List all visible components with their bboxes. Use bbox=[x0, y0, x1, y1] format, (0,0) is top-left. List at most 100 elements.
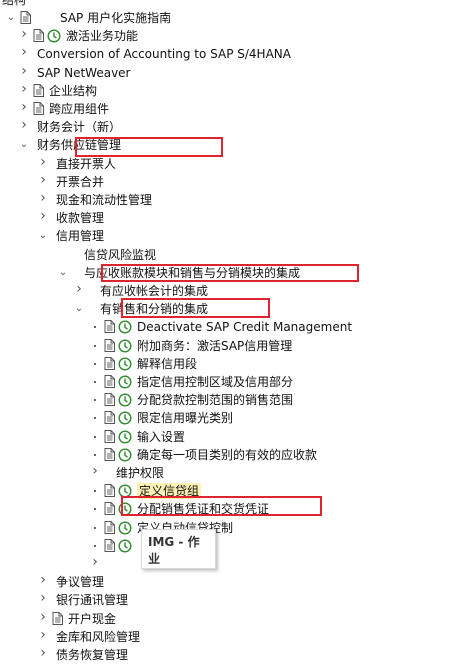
tree-node[interactable]: ⌄ 财务供应链管理 bbox=[0, 136, 456, 154]
document-icon[interactable] bbox=[104, 338, 115, 352]
chevron-down-icon[interactable]: ⌄ bbox=[19, 139, 29, 151]
document-icon[interactable] bbox=[104, 520, 115, 534]
chevron-down-icon[interactable]: ⌄ bbox=[6, 12, 16, 24]
chevron-right-icon[interactable]: › bbox=[19, 118, 29, 132]
execute-activity-icon[interactable] bbox=[47, 29, 61, 43]
document-icon[interactable] bbox=[104, 538, 115, 552]
tree-node-label[interactable]: 激活业务功能 bbox=[66, 28, 138, 44]
chevron-right-icon[interactable]: › bbox=[19, 27, 29, 41]
document-icon[interactable] bbox=[33, 29, 44, 43]
tree-node[interactable]: › 激活业务功能 bbox=[0, 27, 456, 45]
tree-node[interactable]: › 债务恢复管理 bbox=[0, 646, 456, 664]
execute-activity-icon[interactable] bbox=[118, 411, 132, 425]
chevron-right-icon[interactable]: › bbox=[38, 591, 48, 605]
tree-node-label[interactable]: 债务恢复管理 bbox=[56, 647, 128, 663]
tree-node[interactable]: 输入设置 bbox=[0, 428, 456, 446]
tree-node[interactable]: › Conversion of Accounting to SAP S/4HANA bbox=[0, 45, 456, 63]
chevron-right-icon[interactable]: › bbox=[19, 64, 29, 78]
tree-node[interactable]: › 跨应用组件 bbox=[0, 100, 456, 118]
tree-node[interactable]: › 开户现金 bbox=[0, 610, 456, 628]
tree-node-label[interactable]: 直接开票人 bbox=[56, 156, 116, 172]
tree-node-label[interactable]: 解释信用段 bbox=[137, 356, 197, 372]
document-icon[interactable] bbox=[104, 429, 115, 443]
chevron-down-icon[interactable]: ⌄ bbox=[74, 303, 84, 315]
tree-node-label[interactable]: 维护权限 bbox=[116, 465, 164, 481]
tree-node[interactable]: ⌄ 信用管理 bbox=[0, 227, 456, 245]
tree-node-label[interactable]: 分配贷款控制范围的销售范围 bbox=[137, 392, 293, 408]
document-icon[interactable] bbox=[104, 411, 115, 425]
tree-node[interactable]: 分配贷款控制范围的销售范围 bbox=[0, 391, 456, 409]
execute-activity-icon[interactable] bbox=[118, 339, 132, 353]
chevron-right-icon[interactable]: › bbox=[38, 209, 48, 223]
tree-node-label[interactable]: 输入设置 bbox=[137, 429, 185, 445]
tree-node[interactable]: › SAP NetWeaver bbox=[0, 64, 456, 82]
execute-activity-icon[interactable] bbox=[118, 430, 132, 444]
document-icon[interactable] bbox=[104, 393, 115, 407]
tree-node-label[interactable]: 限定信用曝光类别 bbox=[137, 410, 233, 426]
tree-node[interactable]: › 金库和风险管理 bbox=[0, 628, 456, 646]
tree-node-label[interactable]: 确定每一项目类别的有效的应收款 bbox=[137, 447, 317, 463]
document-icon[interactable] bbox=[33, 102, 44, 115]
document-icon[interactable] bbox=[33, 83, 44, 97]
document-icon[interactable] bbox=[104, 447, 115, 461]
tree-node[interactable]: ⌄ SAP 用户化实施指南 bbox=[0, 9, 456, 27]
tree-node[interactable]: › bbox=[0, 555, 456, 573]
tree-node[interactable]: › 开票合并 bbox=[0, 173, 456, 191]
tree-node-label[interactable]: SAP NetWeaver bbox=[37, 65, 130, 81]
chevron-right-icon[interactable]: › bbox=[90, 464, 100, 478]
execute-activity-icon[interactable] bbox=[118, 357, 132, 371]
execute-activity-icon[interactable] bbox=[118, 539, 132, 553]
tree-node-label[interactable]: 跨应用组件 bbox=[49, 101, 109, 117]
tree-node-label[interactable]: 金库和风险管理 bbox=[56, 629, 140, 645]
chevron-right-icon[interactable]: › bbox=[38, 573, 48, 587]
document-icon[interactable] bbox=[52, 611, 63, 625]
tree-node[interactable]: › 直接开票人 bbox=[0, 155, 456, 173]
document-icon[interactable] bbox=[104, 320, 115, 334]
tree-node-label[interactable]: 财务会计（新） bbox=[37, 119, 121, 135]
tree-node[interactable]: 信贷风险监视 bbox=[0, 246, 456, 264]
chevron-right-icon[interactable]: › bbox=[38, 173, 48, 187]
execute-activity-icon[interactable] bbox=[118, 448, 132, 462]
tree-node-label[interactable]: SAP 用户化实施指南 bbox=[60, 10, 171, 26]
tree-node[interactable]: 指定信用控制区域及信用部分 bbox=[0, 373, 456, 391]
tree-node-label[interactable]: 企业结构 bbox=[49, 83, 97, 99]
chevron-down-icon[interactable]: ⌄ bbox=[58, 267, 68, 279]
tree-node-label[interactable]: Conversion of Accounting to SAP S/4HANA bbox=[37, 46, 291, 62]
tree-node-label[interactable]: 指定信用控制区域及信用部分 bbox=[137, 374, 293, 390]
tree-node[interactable]: › 财务会计（新） bbox=[0, 118, 456, 136]
tree-node-label[interactable]: 开户现金 bbox=[68, 611, 116, 627]
chevron-right-icon[interactable]: › bbox=[19, 45, 29, 59]
chevron-right-icon[interactable]: › bbox=[19, 100, 29, 114]
tree-node-label[interactable]: 信用管理 bbox=[56, 228, 104, 244]
tree-node[interactable]: 定义自动信贷控制 bbox=[0, 519, 456, 537]
document-icon[interactable] bbox=[104, 502, 115, 516]
chevron-right-icon[interactable]: › bbox=[38, 191, 48, 205]
document-icon[interactable] bbox=[104, 375, 115, 388]
tree-node[interactable]: Deactivate SAP Credit Management bbox=[0, 318, 456, 336]
chevron-down-icon[interactable]: ⌄ bbox=[38, 230, 48, 242]
tree-node[interactable]: › 收款管理 bbox=[0, 209, 456, 227]
chevron-right-icon[interactable]: › bbox=[90, 555, 100, 569]
document-icon[interactable] bbox=[104, 356, 115, 370]
tree-node[interactable]: › 企业结构 bbox=[0, 82, 456, 100]
tree-node-label[interactable]: 现金和流动性管理 bbox=[56, 192, 152, 208]
tree-node-label[interactable]: 收款管理 bbox=[56, 210, 104, 226]
chevron-right-icon[interactable]: › bbox=[19, 82, 29, 96]
document-icon[interactable] bbox=[104, 484, 115, 498]
tree-node[interactable]: › 争议管理 bbox=[0, 573, 456, 591]
tree-node[interactable]: 限定信用曝光类别 bbox=[0, 409, 456, 427]
tree-node-label[interactable]: 银行通讯管理 bbox=[56, 592, 128, 608]
tree-node[interactable]: › 银行通讯管理 bbox=[0, 591, 456, 609]
execute-activity-icon[interactable] bbox=[118, 375, 132, 389]
chevron-right-icon[interactable]: › bbox=[38, 610, 48, 624]
execute-activity-icon[interactable] bbox=[118, 320, 132, 334]
tree-node-label[interactable]: 有应收帐会计的集成 bbox=[100, 283, 208, 299]
chevron-right-icon[interactable]: › bbox=[38, 155, 48, 169]
tree-node[interactable]: › 维护权限 bbox=[0, 464, 456, 482]
tree-node[interactable]: 确定每一项目类别的有效的应收款 bbox=[0, 446, 456, 464]
chevron-right-icon[interactable]: › bbox=[74, 282, 84, 296]
execute-activity-icon[interactable] bbox=[118, 393, 132, 407]
tree-node-label[interactable]: Deactivate SAP Credit Management bbox=[137, 319, 352, 335]
tree-node[interactable] bbox=[0, 537, 456, 555]
tree-node-label[interactable]: 开票合并 bbox=[56, 174, 104, 190]
